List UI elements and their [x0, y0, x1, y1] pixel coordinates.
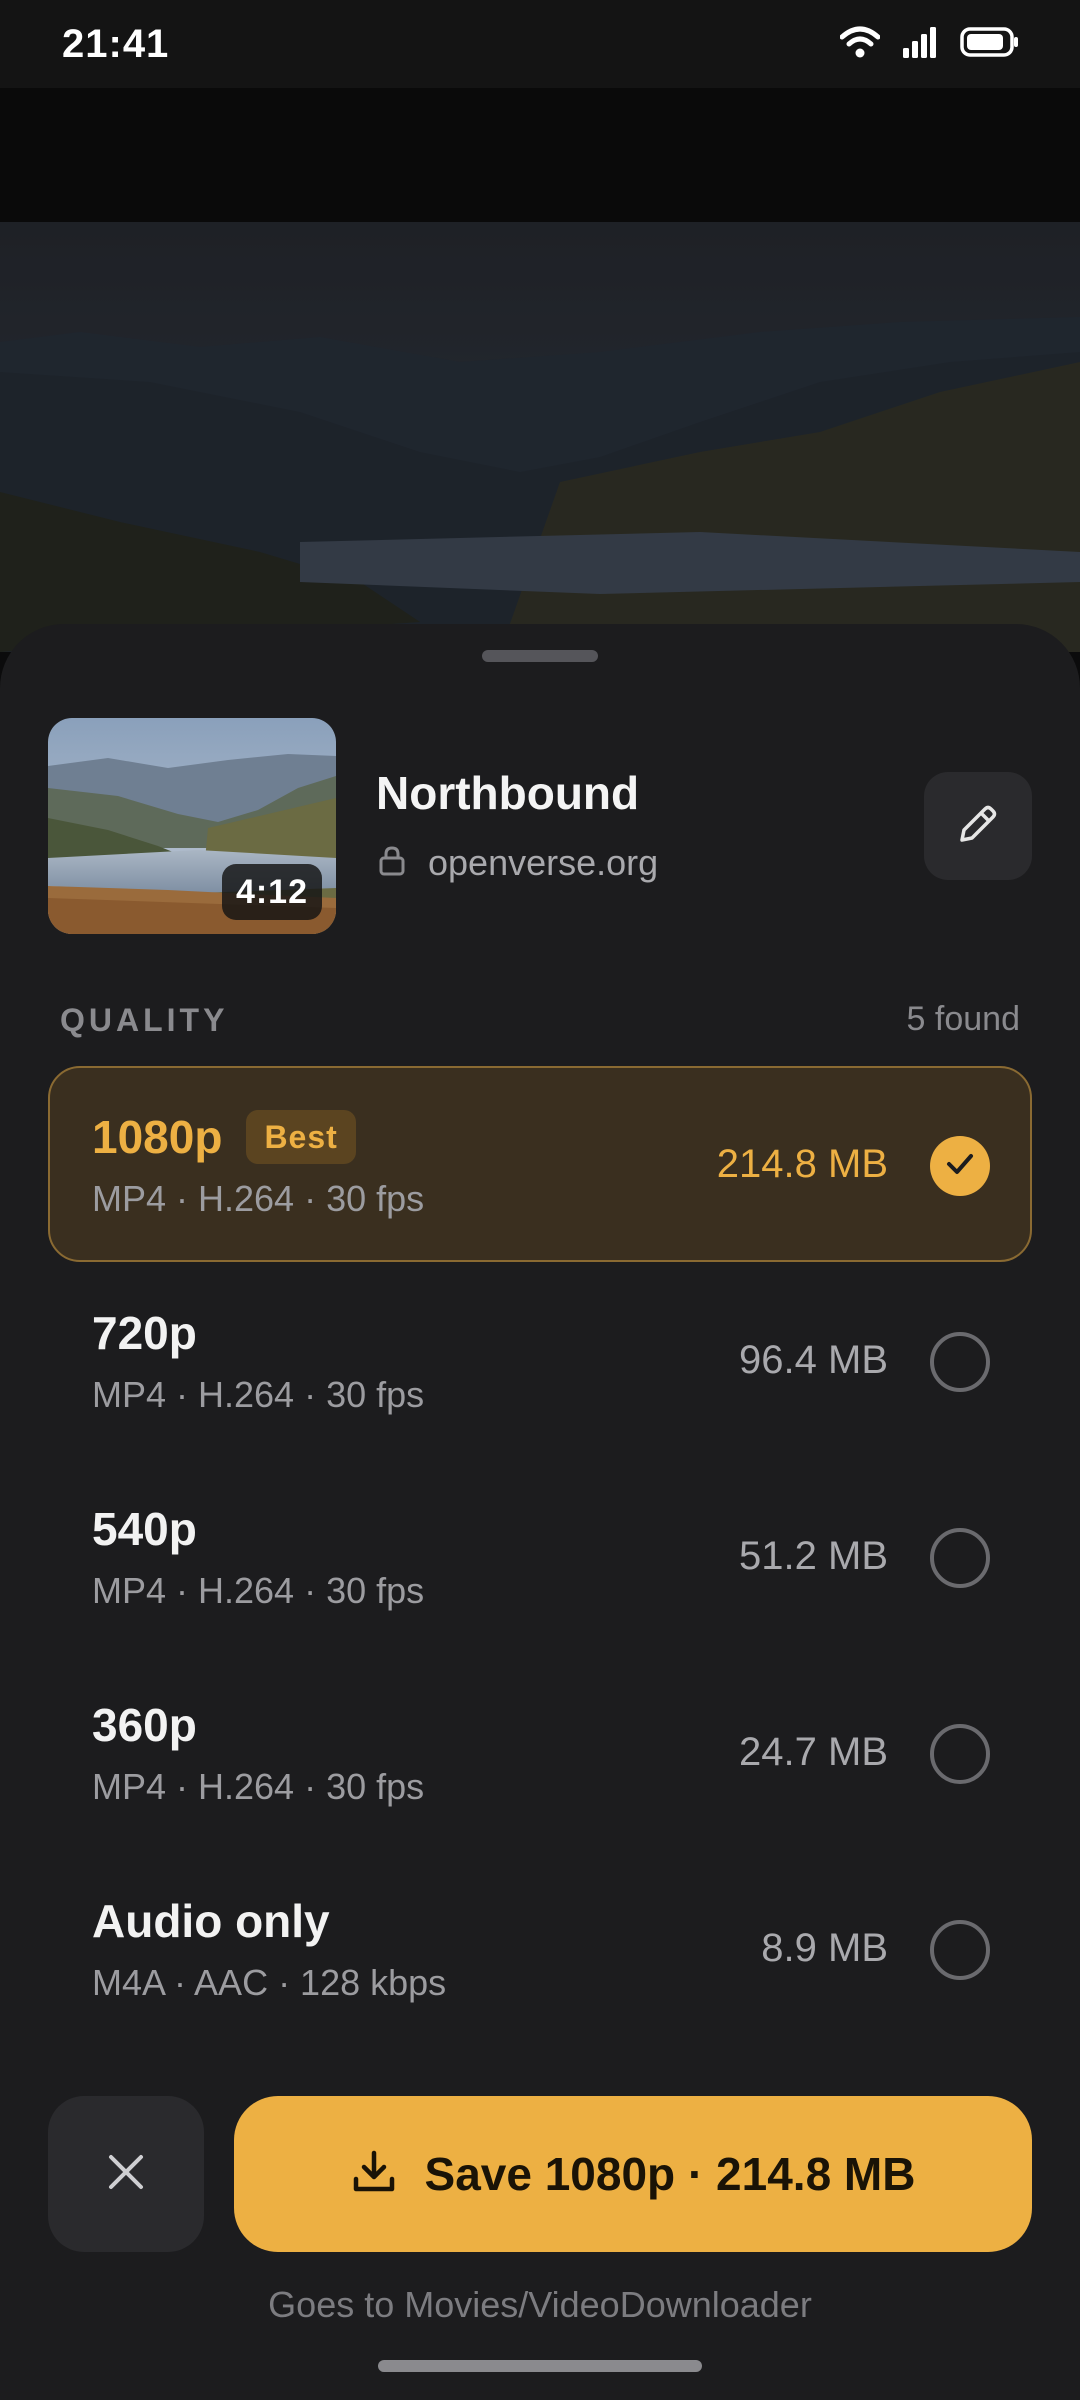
background-video-preview	[0, 222, 1080, 652]
option-details: MP4 · H.264 · 30 fps	[92, 1178, 425, 1219]
lock-icon	[378, 845, 406, 881]
close-icon	[107, 2153, 145, 2196]
option-size: 51.2 MB	[739, 1534, 888, 1578]
duration-badge: 4:12	[221, 864, 322, 920]
radio-unselected[interactable]	[930, 1528, 990, 1588]
status-icons	[839, 25, 1020, 64]
option-details: M4A · AAC · 128 kbps	[92, 1962, 447, 2003]
radio-selected[interactable]	[930, 1136, 990, 1196]
radio-unselected[interactable]	[930, 1920, 990, 1980]
quality-options: 1080p Best MP4 · H.264 · 30 fps 214.8 MB…	[48, 1066, 1032, 2046]
quality-option-1080p[interactable]: 1080p Best MP4 · H.264 · 30 fps 214.8 MB	[48, 1066, 1032, 1262]
option-name: Audio only	[92, 1895, 330, 1947]
video-title: Northbound	[376, 767, 640, 819]
video-source: openverse.org	[378, 842, 658, 884]
video-player-letterbox	[0, 88, 1080, 222]
home-indicator[interactable]	[378, 2360, 702, 2372]
cancel-button[interactable]	[48, 2096, 204, 2252]
sheet-grabber[interactable]	[482, 650, 598, 662]
quality-option-360p[interactable]: 360p MP4 · H.264 · 30 fps 24.7 MB	[48, 1654, 1032, 1850]
screen: 21:41 4:12 Northbound openverse.org QUAL…	[0, 0, 1080, 2400]
option-details: MP4 · H.264 · 30 fps	[92, 1570, 425, 1611]
download-options-sheet: 4:12 Northbound openverse.org QUALITY 5 …	[0, 624, 1080, 2400]
status-time: 21:41	[62, 21, 170, 66]
video-thumbnail: 4:12	[48, 718, 336, 934]
download-icon	[351, 2149, 397, 2200]
quality-option-720p[interactable]: 720p MP4 · H.264 · 30 fps 96.4 MB	[48, 1262, 1032, 1458]
option-name: 1080p	[92, 1111, 223, 1163]
option-details: MP4 · H.264 · 30 fps	[92, 1374, 425, 1415]
quality-option-audio-only[interactable]: Audio only M4A · AAC · 128 kbps 8.9 MB	[48, 1850, 1032, 2046]
radio-unselected[interactable]	[930, 1332, 990, 1392]
best-badge: Best	[246, 1110, 356, 1164]
wifi-icon	[839, 25, 881, 64]
save-button[interactable]: Save 1080p · 214.8 MB	[234, 2096, 1032, 2252]
status-bar: 21:41	[0, 0, 1080, 88]
quality-option-540p[interactable]: 540p MP4 · H.264 · 30 fps 51.2 MB	[48, 1458, 1032, 1654]
found-count: 5 found	[906, 1000, 1020, 1038]
edit-button[interactable]	[924, 772, 1032, 880]
signal-icon	[902, 26, 938, 63]
option-name: 360p	[92, 1699, 197, 1751]
battery-icon	[960, 26, 1020, 62]
check-icon	[945, 1152, 975, 1181]
option-details: MP4 · H.264 · 30 fps	[92, 1766, 425, 1807]
option-size: 8.9 MB	[761, 1926, 888, 1970]
save-destination: Goes to Movies/VideoDownloader	[268, 2284, 812, 2325]
pencil-icon	[956, 802, 1000, 851]
radio-unselected[interactable]	[930, 1724, 990, 1784]
quality-heading: QUALITY	[60, 1002, 229, 1038]
option-name: 720p	[92, 1307, 197, 1359]
option-name: 540p	[92, 1503, 197, 1555]
option-size: 96.4 MB	[739, 1338, 888, 1382]
source-domain: openverse.org	[428, 842, 659, 883]
save-button-label: Save 1080p · 214.8 MB	[424, 2148, 916, 2200]
option-size: 214.8 MB	[716, 1142, 888, 1186]
option-size: 24.7 MB	[739, 1730, 888, 1774]
